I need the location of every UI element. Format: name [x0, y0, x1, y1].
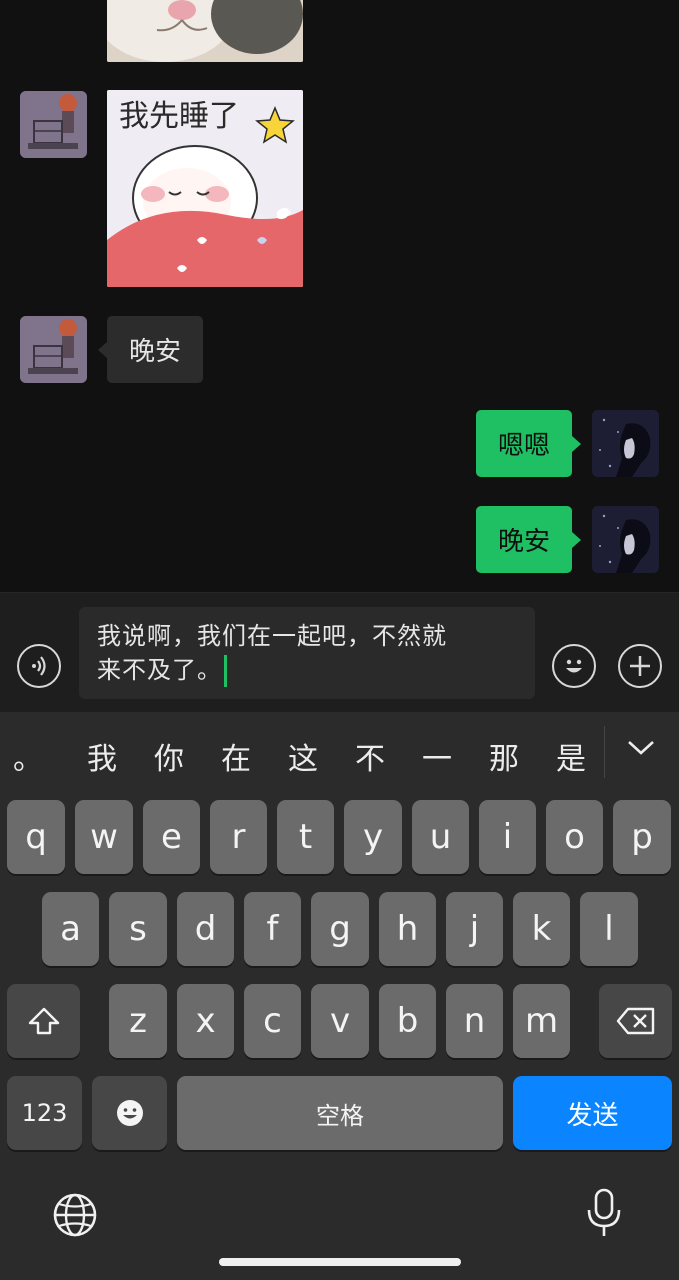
microphone-icon[interactable] — [586, 1188, 622, 1244]
input-text-line1: 我说啊，我们在一起吧，不然就 — [97, 622, 447, 650]
key-m[interactable]: m — [513, 984, 570, 1058]
chevron-down-icon[interactable] — [626, 738, 656, 762]
key-l[interactable]: l — [580, 892, 638, 966]
text-caret — [224, 655, 227, 687]
candidate-bar: 。 我 你 在 这 不 一 那 是 — [0, 712, 679, 800]
candidate-word[interactable]: 不 — [350, 734, 390, 778]
message-bubble-received[interactable]: 晚安 — [98, 316, 203, 383]
contact-avatar[interactable] — [20, 91, 87, 158]
key-f[interactable]: f — [244, 892, 301, 966]
emoji-icon[interactable] — [92, 1076, 167, 1150]
key-b[interactable]: b — [379, 984, 436, 1058]
candidate-word[interactable]: 你 — [149, 734, 189, 778]
candidate-word[interactable]: 。 — [8, 734, 48, 778]
candidate-word[interactable]: 是 — [551, 734, 591, 778]
key-g[interactable]: g — [311, 892, 369, 966]
input-bar: 我说啊，我们在一起吧，不然就 来不及了。 — [0, 592, 679, 712]
key-r[interactable]: r — [210, 800, 267, 874]
candidate-word[interactable]: 那 — [484, 734, 524, 778]
keyboard: 。 我 你 在 这 不 一 那 是 q w e r t y u i o p a … — [0, 712, 679, 1280]
my-avatar[interactable] — [592, 410, 659, 477]
key-h[interactable]: h — [379, 892, 436, 966]
key-i[interactable]: i — [479, 800, 536, 874]
cat-sticker[interactable] — [107, 0, 303, 62]
my-avatar[interactable] — [592, 506, 659, 573]
globe-icon[interactable] — [52, 1192, 98, 1242]
key-k[interactable]: k — [513, 892, 570, 966]
home-indicator[interactable] — [219, 1258, 461, 1266]
message-text: 嗯嗯 — [497, 431, 550, 461]
message-text: 晚安 — [128, 337, 181, 367]
chat-area[interactable]: 我先睡了 晚安 嗯嗯 晚安 — [0, 0, 679, 592]
contact-avatar[interactable] — [20, 316, 87, 383]
numbers-key[interactable]: 123 — [7, 1076, 82, 1150]
candidate-word[interactable]: 在 — [216, 734, 256, 778]
key-c[interactable]: c — [244, 984, 301, 1058]
space-key[interactable]: 空格 — [177, 1076, 503, 1150]
key-y[interactable]: y — [344, 800, 402, 874]
key-q[interactable]: q — [7, 800, 65, 874]
key-e[interactable]: e — [143, 800, 200, 874]
key-n[interactable]: n — [446, 984, 503, 1058]
key-x[interactable]: x — [177, 984, 234, 1058]
svg-text:我先睡了: 我先睡了 — [119, 99, 239, 134]
voice-wave-icon[interactable] — [17, 644, 61, 688]
candidate-word[interactable]: 我 — [82, 734, 122, 778]
key-j[interactable]: j — [446, 892, 503, 966]
plus-circle-icon[interactable] — [618, 644, 662, 688]
key-v[interactable]: v — [311, 984, 369, 1058]
key-t[interactable]: t — [277, 800, 334, 874]
candidate-divider — [604, 726, 605, 778]
shift-icon[interactable] — [7, 984, 80, 1058]
message-bubble-sent[interactable]: 嗯嗯 — [476, 410, 581, 477]
input-text-line2: 来不及了。 — [97, 656, 222, 684]
message-bubble-sent[interactable]: 晚安 — [476, 506, 581, 573]
key-a[interactable]: a — [42, 892, 99, 966]
message-input[interactable]: 我说啊，我们在一起吧，不然就 来不及了。 — [79, 607, 535, 699]
message-text: 晚安 — [497, 527, 550, 557]
candidate-word[interactable]: 这 — [283, 734, 323, 778]
key-w[interactable]: w — [75, 800, 133, 874]
smiley-icon[interactable] — [552, 644, 596, 688]
key-o[interactable]: o — [546, 800, 603, 874]
key-s[interactable]: s — [109, 892, 167, 966]
key-p[interactable]: p — [613, 800, 671, 874]
send-button[interactable]: 发送 — [513, 1076, 672, 1150]
candidate-word[interactable]: 一 — [417, 734, 457, 778]
backspace-icon[interactable] — [599, 984, 672, 1058]
sleep-sticker[interactable]: 我先睡了 — [107, 90, 303, 287]
key-u[interactable]: u — [412, 800, 469, 874]
key-d[interactable]: d — [177, 892, 234, 966]
key-z[interactable]: z — [109, 984, 167, 1058]
